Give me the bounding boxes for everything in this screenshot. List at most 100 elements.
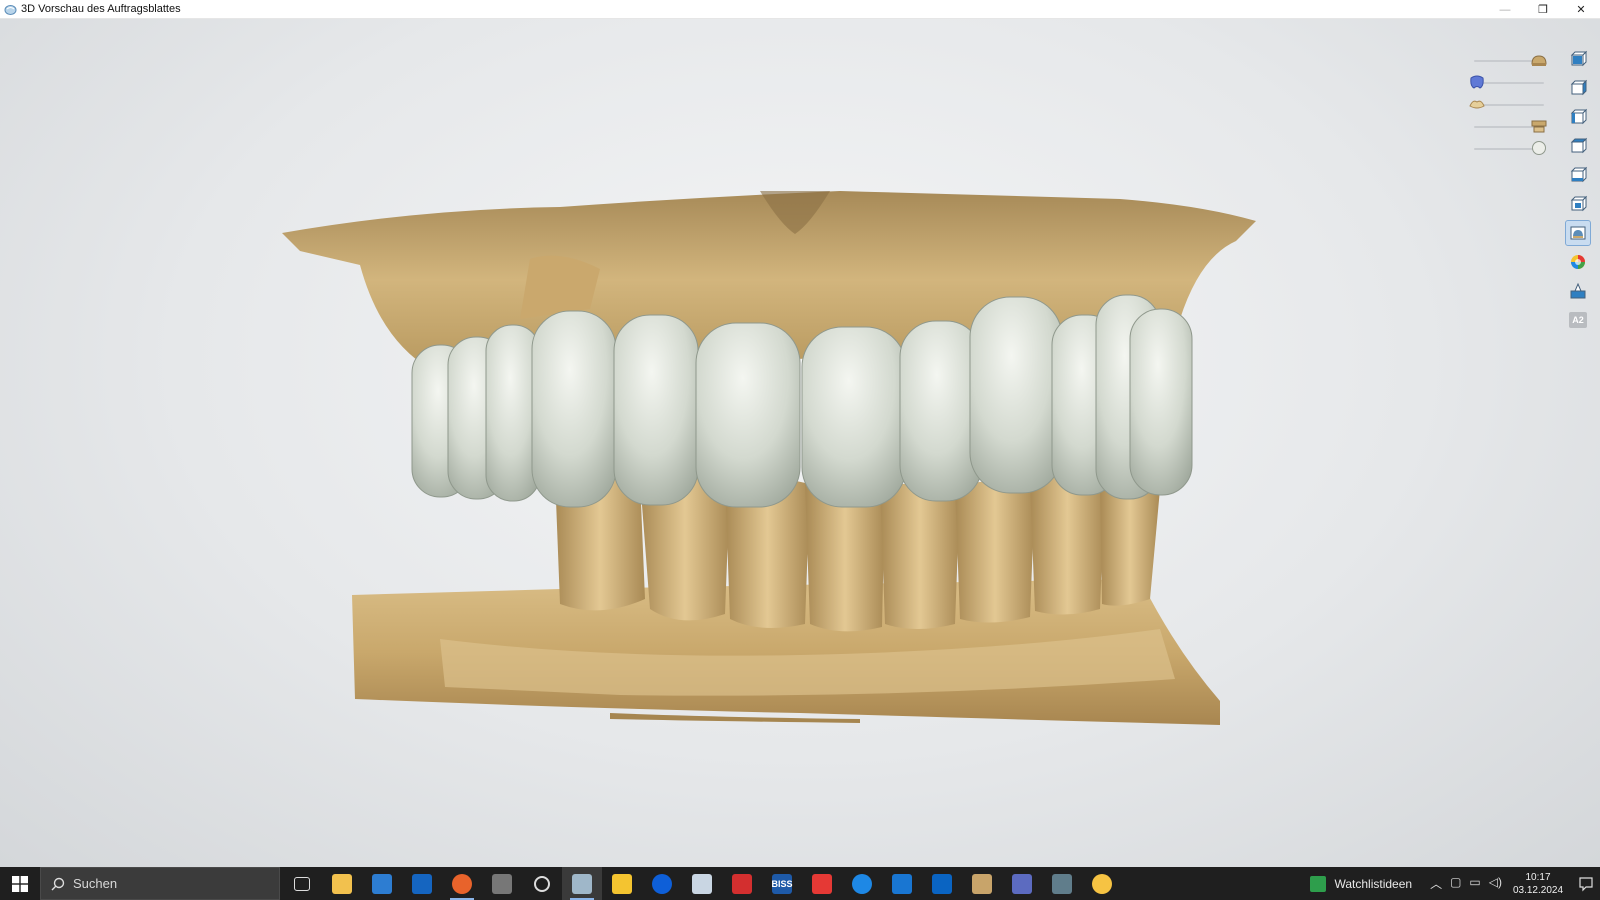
taskbar-apps: BISS — [282, 867, 1122, 900]
view-top-button[interactable] — [1566, 163, 1590, 187]
visibility-sliders — [1464, 49, 1554, 159]
color-wheel-icon — [1571, 255, 1585, 269]
taskbar-app-pdf-app[interactable] — [722, 867, 762, 900]
camera-app-icon — [492, 873, 512, 894]
paint-button[interactable] — [1566, 279, 1590, 303]
network-icon[interactable]: ▭ — [1469, 875, 1480, 892]
watchlist-label: Watchlistideen — [1334, 876, 1413, 891]
clock-date: 03.12.2024 — [1512, 884, 1564, 896]
outlook-icon — [932, 873, 952, 894]
taskbar-app-diamond-app[interactable] — [882, 867, 922, 900]
taskbar-app-firefox[interactable] — [442, 867, 482, 900]
sphere-icon[interactable] — [1530, 140, 1548, 156]
store-icon — [372, 873, 392, 894]
view-front-button[interactable] — [1566, 47, 1590, 71]
upper-jaw-slider[interactable] — [1464, 49, 1554, 71]
taskbar-app-task-view[interactable] — [282, 867, 322, 900]
taskbar-app-biss-app[interactable]: BISS — [762, 867, 802, 900]
firefox-icon — [452, 873, 472, 894]
gingiva-icon[interactable] — [1468, 96, 1486, 112]
taskbar-search[interactable]: Suchen — [40, 867, 280, 900]
chrome-like-icon — [612, 873, 632, 894]
teamviewer-icon — [652, 873, 672, 894]
tooth-slider[interactable] — [1464, 71, 1554, 93]
app-icon — [4, 4, 17, 15]
tray-icons: ︿ ▢ ▭ ◁) — [1430, 875, 1502, 892]
yellow-circle-app-icon — [1092, 873, 1112, 894]
view-bottom-button[interactable] — [1566, 192, 1590, 216]
view-top-icon — [1570, 166, 1587, 183]
taskbar-app-dental-cad[interactable] — [562, 867, 602, 900]
taskbar-app-monitor-app[interactable] — [1002, 867, 1042, 900]
chevron-up-icon[interactable]: ︿ — [1430, 875, 1442, 892]
dental-cad-icon — [572, 873, 592, 894]
view-front-icon — [1570, 50, 1587, 67]
mail-icon — [412, 873, 432, 894]
view-right-button[interactable] — [1566, 134, 1590, 158]
notification-button[interactable] — [1572, 867, 1600, 900]
taskbar-app-person-app[interactable] — [962, 867, 1002, 900]
3d-viewport[interactable]: A2 — [0, 19, 1600, 867]
title-bar: 3D Vorschau des Auftragsblattes — ❐ ✕ — [0, 0, 1600, 19]
taskbar-app-outlook[interactable] — [922, 867, 962, 900]
minimize-button[interactable]: — — [1486, 0, 1524, 19]
view-right-icon — [1570, 137, 1587, 154]
taskbar-app-store[interactable] — [362, 867, 402, 900]
gingiva-slider[interactable] — [1464, 93, 1554, 115]
notification-icon — [1579, 876, 1593, 891]
system-tray: Watchlistideen ︿ ▢ ▭ ◁) 10:17 03.12.2024 — [1310, 867, 1600, 900]
restore-button[interactable]: ❐ — [1524, 0, 1562, 19]
search-icon — [51, 877, 65, 890]
antagonist-icon[interactable] — [1530, 118, 1548, 134]
person-app-icon — [972, 873, 992, 894]
taskbar-app-edge-like[interactable] — [842, 867, 882, 900]
color-wheel-button[interactable] — [1566, 250, 1590, 274]
taskbar-app-camera-app[interactable] — [482, 867, 522, 900]
window-controls: — ❐ ✕ — [1486, 0, 1600, 19]
clock[interactable]: 10:17 03.12.2024 — [1512, 871, 1564, 897]
meeting-icon[interactable]: ▢ — [1450, 875, 1461, 892]
search-placeholder: Suchen — [73, 876, 118, 891]
view-bottom-icon — [1570, 195, 1587, 212]
taskbar-app-scan-app[interactable] — [682, 867, 722, 900]
view-toolbar: A2 — [1565, 47, 1591, 332]
view-back-icon — [1570, 79, 1587, 96]
antagonist-slider[interactable] — [1464, 115, 1554, 137]
paint-icon — [1570, 282, 1586, 299]
view-3d-icon — [1570, 226, 1586, 240]
clock-time: 10:17 — [1525, 871, 1551, 883]
scan-app-icon — [692, 873, 712, 894]
taskbar-app-mail[interactable] — [402, 867, 442, 900]
taskbar-app-file-explorer[interactable] — [322, 867, 362, 900]
taskbar-app-yellow-circle-app[interactable] — [1082, 867, 1122, 900]
close-button[interactable]: ✕ — [1562, 0, 1600, 19]
sphere-slider[interactable] — [1464, 137, 1554, 159]
tooth-blue-icon[interactable] — [1468, 74, 1486, 90]
watchlist-widget[interactable]: Watchlistideen — [1310, 875, 1413, 892]
view-left-icon — [1570, 108, 1587, 125]
taskbar-app-circle-app[interactable] — [522, 867, 562, 900]
pdf-app-icon — [732, 873, 752, 894]
view-back-button[interactable] — [1566, 76, 1590, 100]
taskbar-app-teamviewer[interactable] — [642, 867, 682, 900]
shade-label-icon: A2 — [1569, 312, 1587, 328]
volume-icon[interactable]: ◁) — [1489, 875, 1502, 892]
taskbar-app-calculator[interactable] — [1042, 867, 1082, 900]
windows-logo-icon — [12, 875, 28, 892]
diamond-app-icon — [892, 873, 912, 894]
biss-app-icon: BISS — [772, 873, 793, 894]
view-left-button[interactable] — [1566, 105, 1590, 129]
monitor-app-icon — [1012, 873, 1032, 894]
edge-like-icon — [852, 873, 872, 894]
dental-3d-model[interactable] — [0, 19, 1600, 867]
taskbar-app-anydesk[interactable] — [802, 867, 842, 900]
jaw-model-icon[interactable] — [1530, 52, 1548, 68]
view-3d-button[interactable] — [1565, 220, 1591, 246]
anydesk-icon — [812, 873, 832, 894]
circle-app-icon — [534, 875, 550, 892]
taskbar-app-chrome-like[interactable] — [602, 867, 642, 900]
window-title: 3D Vorschau des Auftragsblattes — [21, 3, 181, 15]
calculator-icon — [1052, 873, 1072, 894]
start-button[interactable] — [0, 867, 40, 900]
shade-button[interactable]: A2 — [1566, 308, 1590, 332]
